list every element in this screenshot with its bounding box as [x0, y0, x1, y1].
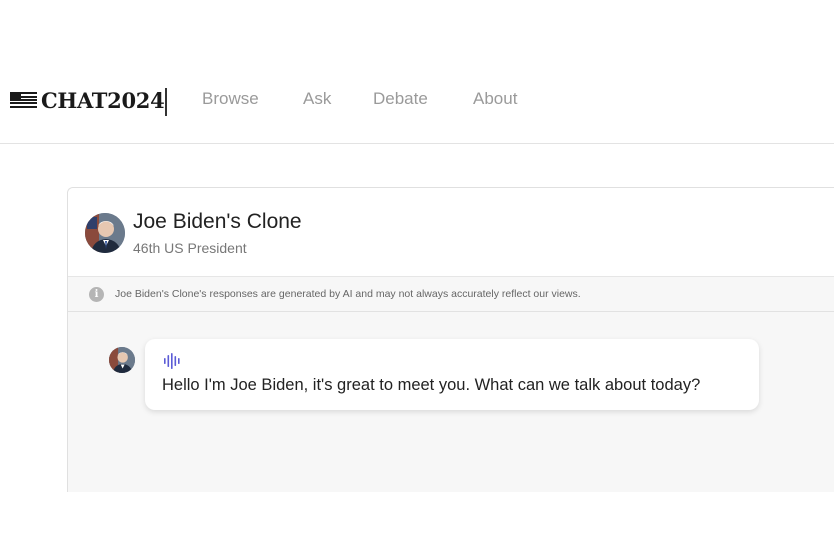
ai-disclaimer: i Joe Biden's Clone's responses are gene… — [68, 277, 834, 312]
message-avatar — [109, 347, 135, 373]
flag-icon — [10, 92, 37, 108]
info-icon: i — [89, 287, 104, 302]
logo-divider — [165, 88, 167, 116]
audio-wave-icon[interactable] — [163, 353, 183, 369]
chat-panel: Joe Biden's Clone 46th US President i Jo… — [67, 187, 834, 492]
nav-ask[interactable]: Ask — [303, 89, 331, 109]
nav-debate[interactable]: Debate — [373, 89, 428, 109]
chat-header: Joe Biden's Clone 46th US President — [68, 188, 834, 277]
avatar[interactable] — [85, 213, 125, 253]
message-bubble: Hello I'm Joe Biden, it's great to meet … — [145, 339, 759, 410]
message-text: Hello I'm Joe Biden, it's great to meet … — [162, 376, 701, 394]
clone-name: Joe Biden's Clone — [133, 210, 302, 233]
clone-subtitle: 46th US President — [133, 240, 247, 256]
nav-browse[interactable]: Browse — [202, 89, 259, 109]
nav-about[interactable]: About — [473, 89, 517, 109]
logo[interactable]: CHAT2024 — [10, 86, 165, 114]
disclaimer-text: Joe Biden's Clone's responses are genera… — [115, 288, 581, 300]
logo-text: CHAT2024 — [41, 87, 165, 113]
top-navigation-bar: CHAT2024 Browse Ask Debate About — [0, 0, 834, 144]
